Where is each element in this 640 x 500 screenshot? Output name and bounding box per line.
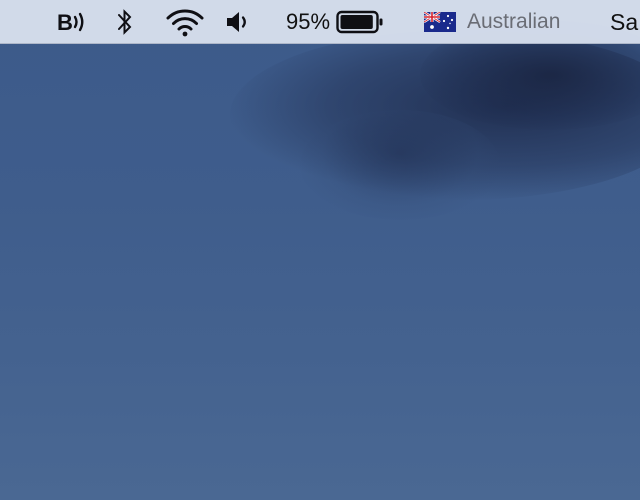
battery-icon	[336, 9, 384, 35]
wallpaper-cloud	[300, 110, 500, 220]
bluetooth-icon[interactable]	[112, 0, 138, 44]
desktop-background	[0, 0, 640, 500]
beats-bluetooth-icon[interactable]: B	[54, 0, 90, 44]
battery-status[interactable]: 95%	[286, 0, 384, 44]
wifi-icon[interactable]	[162, 0, 208, 44]
input-source-menu[interactable]: Australian	[424, 0, 560, 44]
svg-text:B: B	[57, 10, 73, 35]
battery-percent-label: 95%	[286, 9, 331, 34]
menu-bar-clock[interactable]: Sa	[610, 0, 638, 44]
wallpaper-cloud	[230, 30, 640, 200]
australia-flag-icon	[424, 12, 456, 32]
input-source-label: Australian	[467, 10, 561, 33]
menu-bar: B 95% Australian Sa	[0, 0, 640, 44]
volume-icon[interactable]	[224, 0, 254, 44]
